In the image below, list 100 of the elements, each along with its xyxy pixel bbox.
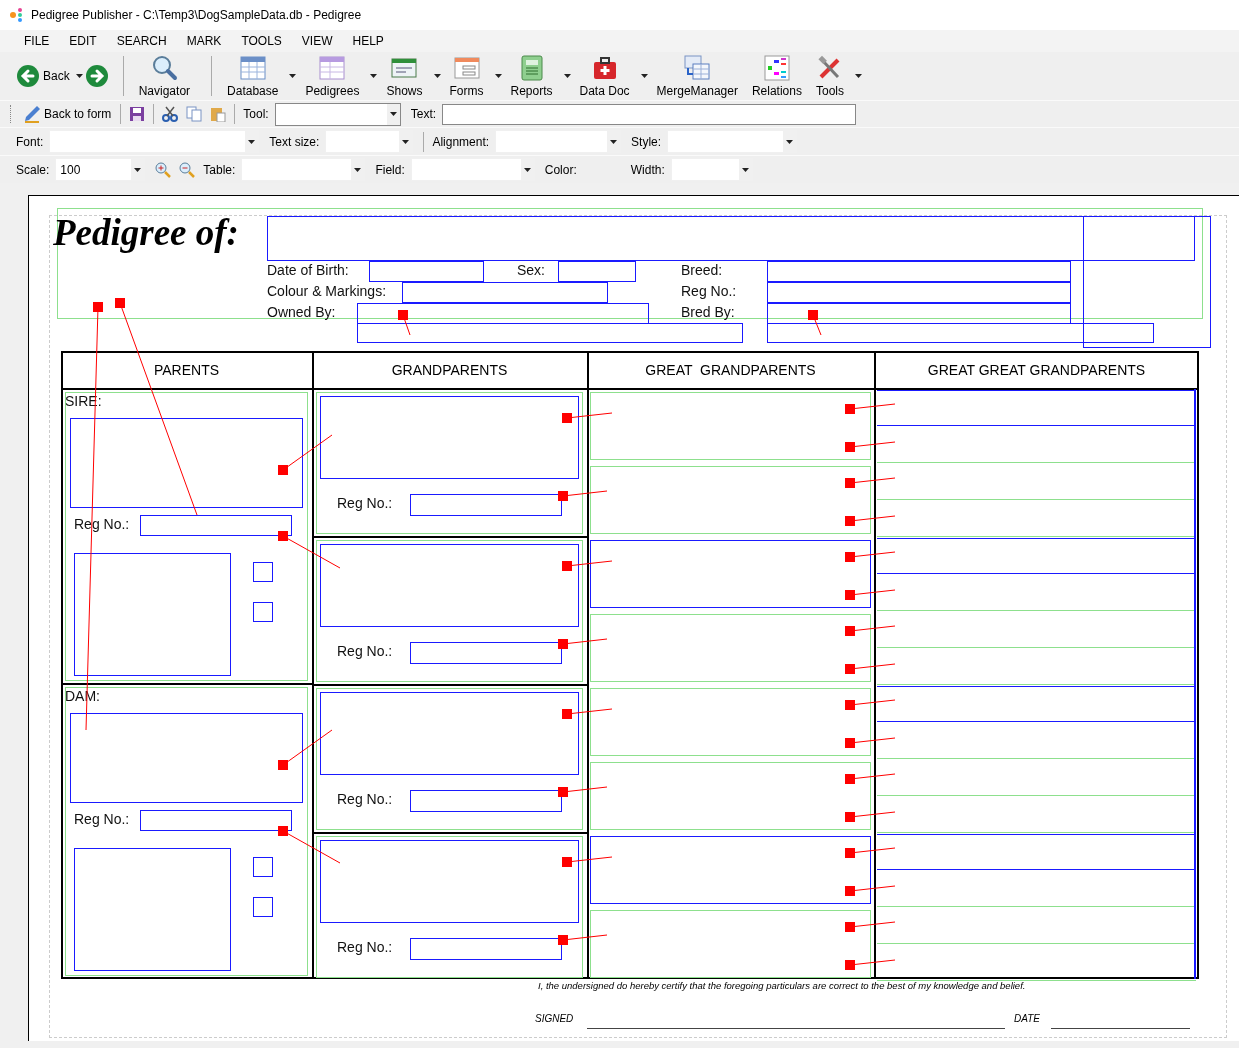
menu-item[interactable]: HELP <box>342 34 394 48</box>
toolbar-button[interactable]: Relations <box>746 54 807 98</box>
link-handle-drawing[interactable] <box>845 699 896 710</box>
caret-icon <box>134 167 142 172</box>
menu-item[interactable]: VIEW <box>291 34 343 48</box>
caret-icon[interactable] <box>640 74 648 78</box>
caret-icon[interactable] <box>370 74 378 78</box>
field-label: Text size: <box>268 134 321 149</box>
link-handle-drawing[interactable] <box>845 441 896 452</box>
caret-icon <box>248 139 256 144</box>
back-to-form-button[interactable]: Back to form <box>20 105 115 123</box>
link-handle-drawing[interactable] <box>562 560 613 571</box>
link-handle-drawing[interactable] <box>558 786 608 797</box>
link-handle-drawing[interactable] <box>845 515 896 526</box>
tool-dropdown[interactable] <box>274 102 401 126</box>
form-window-icon <box>452 54 481 82</box>
window-title: Pedigree Publisher - C:\Temp3\DogSampleData.db - Pedigree <box>31 8 362 22</box>
caret-icon <box>523 167 531 172</box>
form-label: Sex: <box>517 262 545 278</box>
column-header: PARENTS <box>152 361 221 380</box>
field-label: Color: <box>543 162 578 177</box>
link-handle-drawing[interactable] <box>845 885 896 896</box>
link-handle-drawing[interactable] <box>845 921 896 932</box>
link-handle-drawing[interactable] <box>278 826 341 864</box>
toolbar-button[interactable]: Data Doc <box>574 54 635 98</box>
form-label: Owned By: <box>267 304 336 320</box>
link-handle-drawing[interactable] <box>845 737 896 748</box>
link-handle-drawing[interactable] <box>845 625 896 636</box>
link-handle-drawing[interactable] <box>808 310 822 336</box>
toolbar-button[interactable]: Navigator <box>133 54 196 98</box>
link-handle-drawing[interactable] <box>562 708 613 719</box>
caret-icon[interactable] <box>289 74 297 78</box>
link-handle-drawing[interactable] <box>845 663 896 674</box>
link-handle-drawing[interactable] <box>278 729 333 770</box>
toolbar-button[interactable]: Pedigrees <box>300 54 365 98</box>
link-handle-drawing[interactable] <box>558 490 608 501</box>
link-handle-drawing[interactable] <box>845 811 896 822</box>
field-dropdown[interactable] <box>410 158 535 181</box>
menu-item[interactable]: FILE <box>14 34 60 48</box>
toolbar-button[interactable]: Forms <box>444 54 489 98</box>
zoom-out-icon <box>179 161 196 178</box>
text-input[interactable] <box>442 103 857 125</box>
form-label: DAM: <box>65 688 100 704</box>
form-label: Reg No.: <box>337 643 393 659</box>
checkbox-frame <box>253 897 273 917</box>
scale-dropdown[interactable]: 100 <box>55 158 146 181</box>
caret-icon <box>354 167 362 172</box>
column-header: GREAT GREAT GRANDPARENTS <box>926 361 1147 380</box>
link-handle-drawing[interactable] <box>845 551 896 562</box>
form-label: Bred By: <box>681 304 735 320</box>
link-handle-drawing[interactable] <box>845 773 896 784</box>
form-label: Colour & Markings: <box>267 283 387 299</box>
caret-icon <box>610 139 618 144</box>
menu-item[interactable]: MARK <box>176 34 232 48</box>
link-handle-drawing[interactable] <box>845 959 896 970</box>
link-handle-drawing[interactable] <box>845 403 896 414</box>
menu-item[interactable]: SEARCH <box>106 34 177 48</box>
copy-icon <box>186 106 203 122</box>
caret-icon[interactable] <box>494 74 502 78</box>
caret-icon[interactable] <box>563 74 571 78</box>
form-label: Reg No.: <box>337 939 393 955</box>
field-label: Text: <box>409 107 438 121</box>
certification-text: I, the undersigned do hereby certify that the foregoing particulars are correct to the best of my knowledge and belief. <box>538 980 1026 991</box>
back-button[interactable]: Back <box>14 64 76 88</box>
cut-button[interactable] <box>160 104 181 124</box>
caret-icon <box>389 112 397 116</box>
toolbar-button[interactable]: Shows <box>381 54 428 98</box>
link-handle-drawing[interactable] <box>845 589 896 600</box>
field-label: Font: <box>15 134 45 149</box>
app-logo-icon <box>9 7 25 23</box>
link-handle-drawing[interactable] <box>558 934 608 945</box>
table-icon <box>318 54 347 82</box>
toolbar-button[interactable]: Database <box>222 54 284 98</box>
menu-item[interactable]: EDIT <box>59 34 107 48</box>
form-label: Reg No.: <box>337 495 393 511</box>
link-handle-drawing[interactable] <box>845 477 896 488</box>
relations-chart-icon <box>762 54 791 82</box>
magnifier-icon <box>150 54 179 82</box>
link-handle-drawing[interactable] <box>845 847 896 858</box>
toolbar-button[interactable]: MergeManager <box>651 54 743 98</box>
link-handle-drawing[interactable] <box>278 531 341 569</box>
field-label: Width: <box>629 162 666 177</box>
link-handle-drawing[interactable] <box>562 856 613 867</box>
date-label: DATE <box>1014 1013 1040 1024</box>
link-handle-drawing[interactable] <box>278 434 333 475</box>
menu-item[interactable]: TOOLS <box>231 34 292 48</box>
link-handle-drawing[interactable] <box>562 412 613 423</box>
checkbox-frame <box>253 602 273 622</box>
toolbar-button[interactable]: Tools <box>810 54 849 98</box>
pencil-icon <box>23 105 41 123</box>
toolbar-button[interactable]: Reports <box>505 54 558 98</box>
caret-icon <box>402 139 410 144</box>
caret-icon[interactable] <box>855 74 862 78</box>
field-label: Scale: <box>15 162 51 177</box>
caret-icon[interactable] <box>75 74 83 78</box>
signature-label: SIGNED <box>535 1013 574 1024</box>
caret-icon[interactable] <box>433 74 441 78</box>
link-handle-drawing[interactable] <box>558 638 608 649</box>
table-icon <box>238 54 267 82</box>
link-handle-drawing[interactable] <box>398 310 411 336</box>
